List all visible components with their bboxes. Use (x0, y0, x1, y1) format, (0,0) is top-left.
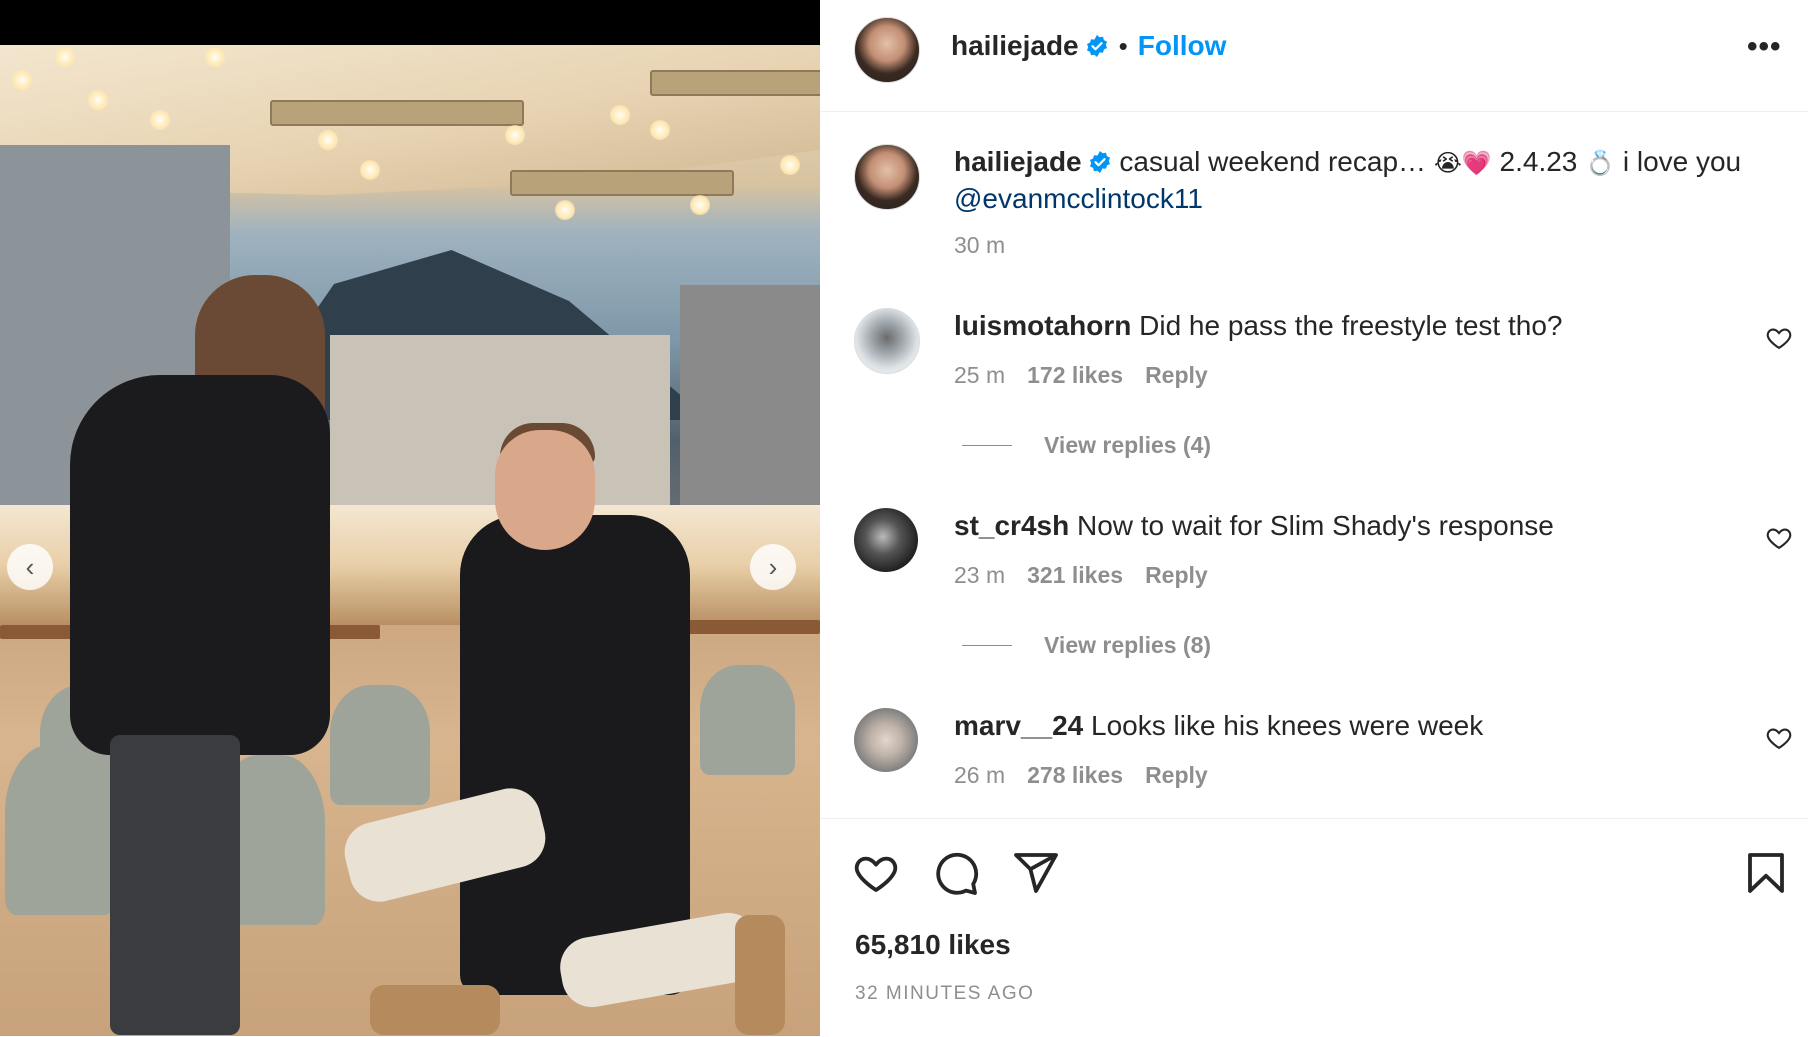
comment-text: Did he pass the freestyle test tho? (1139, 310, 1563, 341)
heater-fixture (510, 170, 734, 196)
comment-like-heart-icon[interactable] (1765, 724, 1793, 752)
comment-text: Looks like his knees were week (1091, 710, 1484, 741)
commenter-avatar[interactable] (854, 308, 920, 374)
commenter-avatar[interactable] (854, 708, 918, 772)
string-light (360, 160, 380, 180)
heart-icon[interactable] (852, 849, 900, 897)
reply-button[interactable]: Reply (1145, 362, 1208, 388)
header-user-line: hailiejade • Follow (951, 30, 1226, 62)
comment: st_cr4sh Now to wait for Slim Shady's re… (954, 508, 1734, 544)
caption-username[interactable]: hailiejade (954, 146, 1082, 177)
caption-text: hailiejade casual weekend recap… 😭💗 2.4.… (954, 144, 1774, 217)
stool (700, 665, 795, 775)
comment-meta: 23 m 321 likes Reply (954, 562, 1208, 589)
comment-meta: 25 m 172 likes Reply (954, 362, 1208, 389)
owner-username[interactable]: hailiejade (951, 30, 1079, 62)
paper-plane-icon[interactable] (1012, 849, 1060, 897)
caption-avatar[interactable] (854, 144, 920, 210)
comment: marv__24 Looks like his knees were week (954, 708, 1734, 744)
woman-coat (70, 375, 330, 755)
caption-body: casual weekend recap… (1119, 146, 1427, 177)
comment-like-heart-icon[interactable] (1765, 524, 1793, 552)
stool (330, 685, 430, 805)
man-head (495, 430, 595, 550)
posted-time[interactable]: 32 MINUTES AGO (855, 983, 1034, 1005)
chevron-left-icon: ‹ (25, 552, 35, 582)
post-photo-area: ‹ › (0, 0, 820, 1036)
comment-username[interactable]: st_cr4sh (954, 510, 1069, 541)
previous-photo-button[interactable]: ‹ (7, 544, 53, 590)
reply-button[interactable]: Reply (1145, 562, 1208, 588)
boot (370, 985, 500, 1035)
caption-love: i love you (1622, 146, 1742, 177)
verified-badge-icon (1086, 35, 1107, 57)
building (680, 285, 820, 515)
comment-likes[interactable]: 172 likes (1027, 362, 1123, 388)
string-light (55, 47, 75, 67)
view-replies-button[interactable]: View replies (8) (962, 632, 1211, 659)
comment-time[interactable]: 25 m (954, 362, 1005, 388)
owner-avatar[interactable] (854, 17, 920, 83)
string-light (610, 105, 630, 125)
view-replies-button[interactable]: View replies (4) (962, 432, 1211, 459)
comment-likes[interactable]: 278 likes (1027, 762, 1123, 788)
like-count[interactable]: 65,810 likes (855, 929, 1011, 961)
comment-username[interactable]: marv__24 (954, 710, 1083, 741)
man-coat (460, 515, 690, 995)
heater-fixture (650, 70, 820, 96)
comment-meta: 26 m 278 likes Reply (954, 762, 1208, 789)
more-options-icon[interactable]: ••• (1747, 30, 1782, 64)
caption-time[interactable]: 30 m (954, 232, 1005, 258)
caption-emoji-a: 😭💗 (1433, 149, 1492, 177)
ring-emoji: 💍 (1585, 149, 1616, 177)
comment-bubble-icon[interactable] (932, 849, 980, 897)
verified-badge-icon (1089, 151, 1110, 173)
comment-like-heart-icon[interactable] (1765, 324, 1793, 352)
comment-time[interactable]: 23 m (954, 562, 1005, 588)
comment-username[interactable]: luismotahorn (954, 310, 1131, 341)
string-light (318, 130, 338, 150)
bookmark-icon[interactable] (1742, 849, 1790, 897)
comment-likes[interactable]: 321 likes (1027, 562, 1123, 588)
string-light (690, 195, 710, 215)
string-light (88, 90, 108, 110)
reply-button[interactable]: Reply (1145, 762, 1208, 788)
comment: luismotahorn Did he pass the freestyle t… (954, 308, 1734, 344)
mention-link[interactable]: @evanmcclintock11 (954, 183, 1203, 214)
string-light (12, 70, 32, 90)
woman-legs (110, 735, 240, 1035)
string-light (150, 110, 170, 130)
caption-meta: 30 m (954, 232, 1005, 259)
replies-divider (962, 445, 1012, 446)
boot (735, 915, 785, 1035)
follow-button[interactable]: Follow (1138, 30, 1227, 62)
comment-text: Now to wait for Slim Shady's response (1076, 510, 1554, 541)
heater-fixture (270, 100, 524, 126)
caption-date: 2.4.23 (1499, 146, 1578, 177)
view-replies-label: View replies (4) (1044, 432, 1212, 458)
separator-dot: • (1118, 30, 1128, 61)
view-replies-label: View replies (8) (1044, 632, 1212, 658)
string-light (205, 47, 225, 67)
post-details-panel: hailiejade • Follow ••• hailiejade casua… (820, 0, 1808, 1036)
post-header: hailiejade • Follow ••• (820, 0, 1808, 112)
chevron-right-icon: › (768, 552, 778, 582)
string-light (555, 200, 575, 220)
next-photo-button[interactable]: › (750, 544, 796, 590)
commenter-avatar[interactable] (854, 508, 918, 572)
post-image (0, 45, 820, 1036)
string-light (650, 120, 670, 140)
replies-divider (962, 645, 1012, 646)
string-light (780, 155, 800, 175)
comment-time[interactable]: 26 m (954, 762, 1005, 788)
string-light (505, 125, 525, 145)
post-actions: 65,810 likes 32 MINUTES AGO (820, 818, 1808, 1037)
